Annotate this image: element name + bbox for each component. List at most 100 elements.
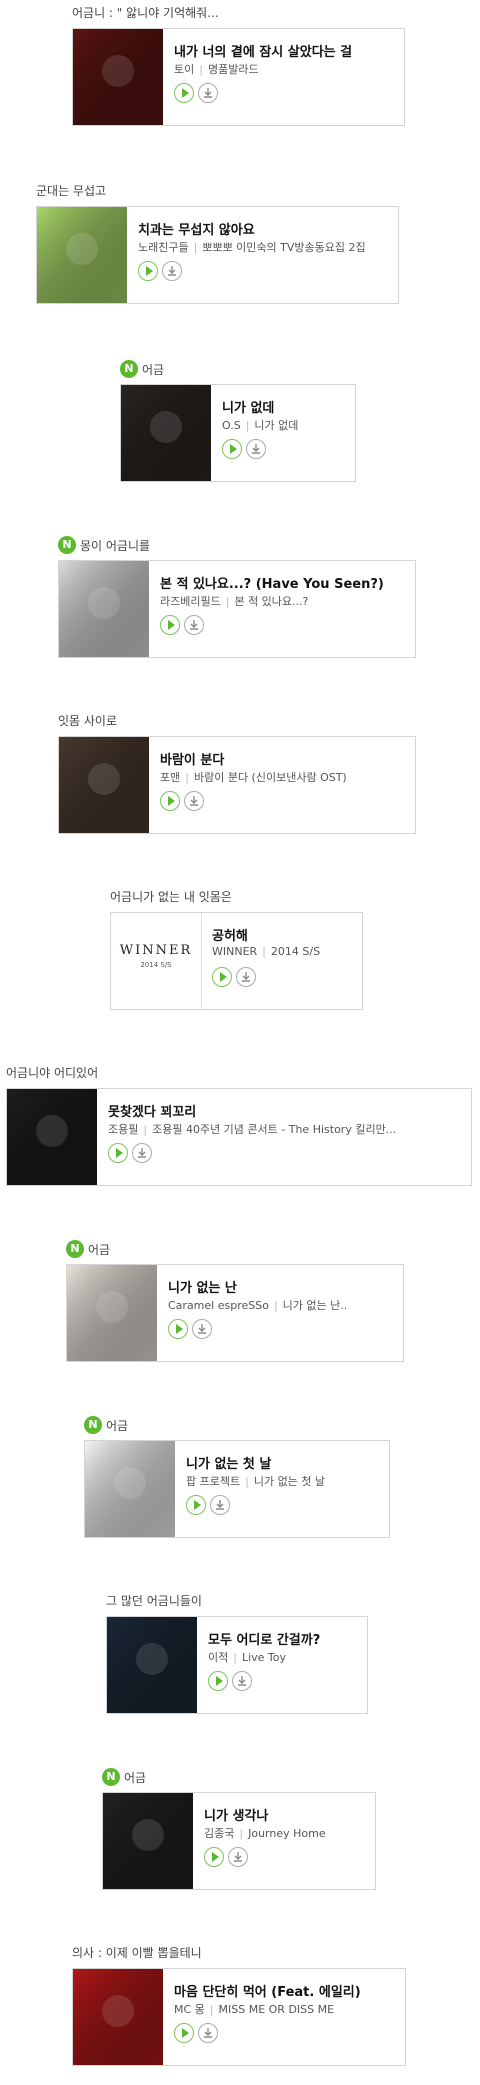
meta-separator: |: [245, 1475, 249, 1488]
album-name[interactable]: 명품발라드: [208, 63, 259, 76]
meta-separator: |: [239, 1827, 244, 1840]
meta-separator: |: [225, 595, 230, 608]
play-button[interactable]: [108, 1143, 128, 1163]
new-badge: N: [58, 536, 76, 554]
download-button[interactable]: [162, 261, 182, 281]
album-art[interactable]: [85, 1441, 175, 1537]
play-button[interactable]: [168, 1319, 188, 1339]
caption-text: 잇몸 사이로: [58, 712, 117, 729]
artist-name[interactable]: WINNER: [212, 945, 257, 958]
song-card: WINNER 2014 S/S 공허해 WINNER | 2014 S/S: [110, 912, 363, 1010]
album-name[interactable]: 니가 없데: [254, 419, 298, 432]
album-art[interactable]: [7, 1089, 97, 1185]
artist-name[interactable]: Caramel espreSSo: [168, 1299, 269, 1312]
play-button[interactable]: [160, 791, 180, 811]
album-art[interactable]: [67, 1265, 157, 1361]
album-art[interactable]: [73, 29, 163, 125]
caption-label: 어금니가 없는 내 잇몸은: [110, 890, 232, 904]
album-name[interactable]: 니가 없는 난..: [283, 1299, 348, 1312]
download-button[interactable]: [236, 967, 256, 987]
album-name[interactable]: 뽀뽀뽀 이민숙의 TV방송동요집 2집: [202, 241, 365, 254]
song-title[interactable]: 니가 생각나: [204, 1805, 367, 1824]
song-title[interactable]: 모두 어디로 간걸까?: [208, 1629, 359, 1648]
album-art[interactable]: [107, 1617, 197, 1713]
song-title[interactable]: 니가 없는 난: [168, 1277, 395, 1296]
download-button[interactable]: [232, 1671, 252, 1691]
artist-name[interactable]: 이적: [208, 1651, 228, 1664]
download-button[interactable]: [228, 1847, 248, 1867]
play-button[interactable]: [160, 615, 180, 635]
album-name[interactable]: 조용필 40주년 기념 콘서트 - The History 킬리만...: [152, 1123, 396, 1136]
album-name[interactable]: Journey Home: [248, 1827, 326, 1840]
song-title[interactable]: 니가 없는 첫 날: [186, 1453, 381, 1472]
album-art[interactable]: [59, 561, 149, 657]
song-card: 니가 없는 난 Caramel espreSSo | 니가 없는 난..: [66, 1264, 404, 1362]
song-actions: [186, 1495, 230, 1515]
download-button[interactable]: [246, 439, 266, 459]
album-art[interactable]: [121, 385, 211, 481]
artist-name[interactable]: 라즈베리필드: [160, 595, 221, 608]
caption-text: 그 많던 어금니들이: [106, 1592, 202, 1609]
meta-separator: |: [209, 2003, 214, 2016]
album-name[interactable]: Live Toy: [242, 1651, 286, 1664]
play-button[interactable]: [138, 261, 158, 281]
song-title[interactable]: 바람이 분다: [160, 749, 407, 768]
artist-name[interactable]: 토이: [174, 63, 194, 76]
song-actions: [160, 615, 204, 635]
play-button[interactable]: [212, 967, 232, 987]
song-title[interactable]: 공허해: [212, 925, 354, 944]
album-name[interactable]: 2014 S/S: [271, 945, 320, 958]
play-button[interactable]: [174, 2023, 194, 2043]
album-name[interactable]: 니가 없는 첫 날: [254, 1475, 325, 1488]
song-meta: 노래친구들 | 뽀뽀뽀 이민숙의 TV방송동요집 2집: [138, 239, 390, 255]
download-button[interactable]: [210, 1495, 230, 1515]
play-button[interactable]: [174, 83, 194, 103]
artist-name[interactable]: MC 몽: [174, 2003, 205, 2016]
download-button[interactable]: [184, 615, 204, 635]
album-art[interactable]: [73, 1969, 163, 2065]
artist-name[interactable]: O.S: [222, 419, 241, 432]
album-name[interactable]: MISS ME OR DISS ME: [219, 2003, 335, 2016]
song-actions: [204, 1847, 248, 1867]
caption-label: 의사 : 이제 이빨 뽑을테니: [72, 1946, 202, 1960]
song-title[interactable]: 못찾겠다 꾀꼬리: [108, 1101, 463, 1120]
play-button[interactable]: [208, 1671, 228, 1691]
caption-label: 군대는 무섭고: [36, 184, 107, 198]
song-card: 니가 없는 첫 날팝 프로젝트 | 니가 없는 첫 날: [84, 1440, 390, 1538]
song-card: 모두 어디로 간걸까? 이적 | Live Toy: [106, 1616, 368, 1714]
song-info: 마음 단단히 먹어 (Feat. 에일리) MC 몽 | MISS ME OR DIS…: [164, 1969, 405, 2065]
download-button[interactable]: [198, 83, 218, 103]
song-title[interactable]: 마음 단단히 먹어 (Feat. 에일리): [174, 1981, 397, 2000]
artist-name[interactable]: 팝 프로젝트: [186, 1475, 240, 1488]
album-name[interactable]: 바람이 분다 (신이보낸사람 OST): [194, 771, 347, 784]
new-badge: N: [84, 1416, 102, 1434]
song-title[interactable]: 내가 너의 곁에 잠시 살았다는 걸: [174, 41, 396, 60]
meta-separator: |: [245, 419, 250, 432]
song-actions: [174, 83, 218, 103]
song-title[interactable]: 치과는 무섭지 않아요: [138, 219, 390, 238]
song-title[interactable]: 니가 없데: [222, 397, 347, 416]
song-title[interactable]: 본 적 있나요...? (Have You Seen?): [160, 573, 407, 592]
download-button[interactable]: [184, 791, 204, 811]
album-art[interactable]: WINNER 2014 S/S: [111, 913, 202, 1009]
artist-name[interactable]: 노래친구들: [138, 241, 189, 254]
download-button[interactable]: [132, 1143, 152, 1163]
artist-name[interactable]: 조용필: [108, 1123, 138, 1136]
song-card: 마음 단단히 먹어 (Feat. 에일리) MC 몽 | MISS ME OR DIS…: [72, 1968, 406, 2066]
download-button[interactable]: [198, 2023, 218, 2043]
artist-name[interactable]: 김종국: [204, 1827, 234, 1840]
play-button[interactable]: [186, 1495, 206, 1515]
album-name[interactable]: 본 적 있나요...?: [234, 595, 308, 608]
album-art[interactable]: [103, 1793, 193, 1889]
download-button[interactable]: [192, 1319, 212, 1339]
song-meta: WINNER | 2014 S/S: [212, 945, 354, 958]
album-art[interactable]: [59, 737, 149, 833]
artist-name[interactable]: 포맨: [160, 771, 180, 784]
song-meta: O.S | 니가 없데: [222, 417, 347, 433]
album-art[interactable]: [37, 207, 127, 303]
song-meta: 토이 | 명품발라드: [174, 61, 396, 77]
meta-separator: |: [233, 1651, 237, 1664]
caption-text: N 어금: [102, 1768, 146, 1786]
play-button[interactable]: [204, 1847, 224, 1867]
play-button[interactable]: [222, 439, 242, 459]
